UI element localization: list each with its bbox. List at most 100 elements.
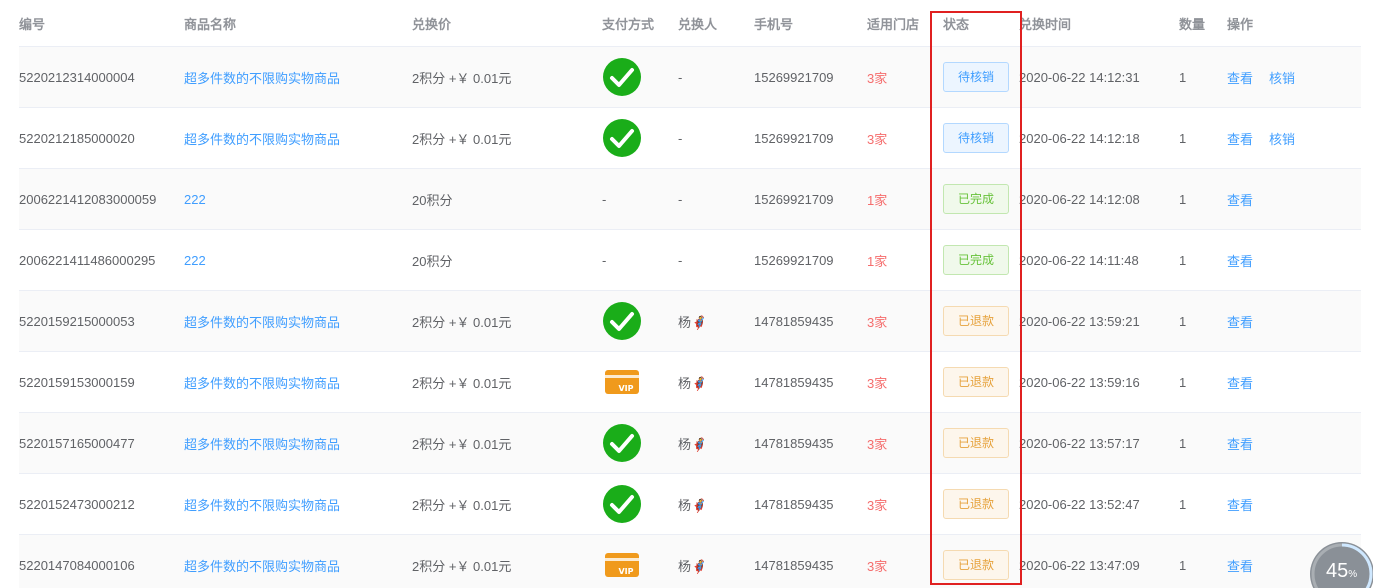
status-badge: 已退款 [943, 306, 1009, 336]
cell-redeemer: 杨🦸 [678, 473, 754, 535]
cell-quantity: 1 [1179, 351, 1227, 413]
cell-payment [602, 107, 678, 169]
table-row: 5220157165000477 超多件数的不限购实物商品 2积分 +￥ 0.01元… [19, 412, 1361, 474]
view-link[interactable]: 查看 [1227, 437, 1253, 452]
column-header-price: 兑换价 [412, 0, 602, 47]
column-header-phone: 手机号 [754, 0, 867, 47]
cell-time: 2020-06-22 13:59:16 [1019, 351, 1179, 413]
cell-quantity: 1 [1179, 107, 1227, 169]
view-link[interactable]: 查看 [1227, 193, 1253, 208]
wechat-pay-icon [602, 484, 642, 524]
cell-time: 2020-06-22 14:12:18 [1019, 107, 1179, 169]
cell-actions: 查看 [1227, 168, 1361, 230]
redemption-table: 编号 商品名称 兑换价 支付方式 兑换人 手机号 适用门店 状态 兑换时间 数量… [19, 0, 1361, 588]
column-header-status: 状态 [943, 0, 1019, 47]
wechat-pay-icon [602, 57, 642, 97]
store-count: 3家 [867, 436, 888, 452]
table-body: 5220212314000004 超多件数的不限购实物商品 2积分 +￥ 0.01元… [19, 46, 1361, 588]
column-header-payment: 支付方式 [602, 0, 678, 47]
cell-time: 2020-06-22 13:59:21 [1019, 290, 1179, 352]
product-name-link[interactable]: 超多件数的不限购实物商品 [184, 498, 340, 513]
payment-text: - [602, 191, 607, 207]
product-name-link[interactable]: 222 [184, 253, 206, 268]
cell-payment: - [602, 168, 678, 230]
progress-unit: % [1348, 569, 1358, 580]
cell-payment: - [602, 229, 678, 291]
store-count: 3家 [867, 375, 888, 391]
cell-price: 20积分 [412, 229, 602, 291]
cell-id: 5220212185000020 [19, 107, 184, 169]
verify-link[interactable]: 核销 [1269, 71, 1295, 86]
cell-id: 5220159153000159 [19, 351, 184, 413]
cell-redeemer: 杨🦸 [678, 351, 754, 413]
cell-time: 2020-06-22 13:57:17 [1019, 412, 1179, 474]
cell-time: 2020-06-22 13:47:09 [1019, 534, 1179, 588]
wechat-pay-icon [602, 118, 642, 158]
column-header-id: 编号 [19, 0, 184, 47]
cell-price: 2积分 +￥ 0.01元 [412, 290, 602, 352]
store-count: 3家 [867, 314, 888, 330]
cell-time: 2020-06-22 14:12:08 [1019, 168, 1179, 230]
cell-quantity: 1 [1179, 534, 1227, 588]
view-link[interactable]: 查看 [1227, 376, 1253, 391]
cell-phone: 14781859435 [754, 534, 867, 588]
svg-text:VIP: VIP [618, 567, 633, 576]
status-badge: 已退款 [943, 367, 1009, 397]
table-row: 2006221412083000059 222 20积分 - -15269921709 1… [19, 168, 1361, 230]
cell-phone: 15269921709 [754, 168, 867, 230]
table-row: 5220147084000106 超多件数的不限购实物商品 2积分 +￥ 0.01元… [19, 534, 1361, 588]
cell-payment: VIP [602, 534, 678, 588]
view-link[interactable]: 查看 [1227, 498, 1253, 513]
status-badge: 已完成 [943, 184, 1009, 214]
progress-badge[interactable]: 45% [1310, 542, 1373, 588]
cell-price: 2积分 +￥ 0.01元 [412, 412, 602, 474]
cell-quantity: 1 [1179, 412, 1227, 474]
table-row: 5220212314000004 超多件数的不限购实物商品 2积分 +￥ 0.01元… [19, 46, 1361, 108]
view-link[interactable]: 查看 [1227, 315, 1253, 330]
status-badge: 待核销 [943, 62, 1009, 92]
cell-quantity: 1 [1179, 473, 1227, 535]
view-link[interactable]: 查看 [1227, 132, 1253, 147]
cell-quantity: 1 [1179, 229, 1227, 291]
view-link[interactable]: 查看 [1227, 71, 1253, 86]
status-badge: 已退款 [943, 428, 1009, 458]
cell-phone: 15269921709 [754, 229, 867, 291]
cell-id: 2006221411486000295 [19, 229, 184, 291]
cell-actions: 查看 [1227, 473, 1361, 535]
cell-actions: 查看 核销 [1227, 107, 1361, 169]
status-badge: 已退款 [943, 489, 1009, 519]
product-name-link[interactable]: 超多件数的不限购实物商品 [184, 315, 340, 330]
cell-actions: 查看 [1227, 229, 1361, 291]
product-name-link[interactable]: 超多件数的不限购实物商品 [184, 437, 340, 452]
cell-price: 2积分 +￥ 0.01元 [412, 351, 602, 413]
table-header: 编号 商品名称 兑换价 支付方式 兑换人 手机号 适用门店 状态 兑换时间 数量… [19, 0, 1361, 47]
product-name-link[interactable]: 超多件数的不限购实物商品 [184, 132, 340, 147]
view-link[interactable]: 查看 [1227, 254, 1253, 269]
cell-id: 2006221412083000059 [19, 168, 184, 230]
cell-redeemer: - [678, 46, 754, 108]
view-link[interactable]: 查看 [1227, 559, 1253, 574]
column-header-redeemer: 兑换人 [678, 0, 754, 47]
cell-time: 2020-06-22 14:12:31 [1019, 46, 1179, 108]
product-name-link[interactable]: 超多件数的不限购实物商品 [184, 559, 340, 574]
column-header-product-name: 商品名称 [184, 0, 412, 47]
cell-phone: 14781859435 [754, 412, 867, 474]
cell-quantity: 1 [1179, 290, 1227, 352]
table-row: 5220159215000053 超多件数的不限购实物商品 2积分 +￥ 0.01元… [19, 290, 1361, 352]
cell-redeemer: 杨🦸 [678, 412, 754, 474]
product-name-link[interactable]: 超多件数的不限购实物商品 [184, 71, 340, 86]
cell-id: 5220212314000004 [19, 46, 184, 108]
status-badge: 已完成 [943, 245, 1009, 275]
redemption-table-container: 编号 商品名称 兑换价 支付方式 兑换人 手机号 适用门店 状态 兑换时间 数量… [19, 0, 1361, 588]
cell-price: 2积分 +￥ 0.01元 [412, 534, 602, 588]
cell-price: 20积分 [412, 168, 602, 230]
cell-actions: 查看 [1227, 412, 1361, 474]
cell-id: 5220159215000053 [19, 290, 184, 352]
column-header-stores: 适用门店 [867, 0, 943, 47]
verify-link[interactable]: 核销 [1269, 132, 1295, 147]
product-name-link[interactable]: 超多件数的不限购实物商品 [184, 376, 340, 391]
product-name-link[interactable]: 222 [184, 192, 206, 207]
vip-card-icon: VIP [602, 362, 642, 402]
progress-value: 45 [1326, 560, 1349, 582]
cell-payment [602, 473, 678, 535]
